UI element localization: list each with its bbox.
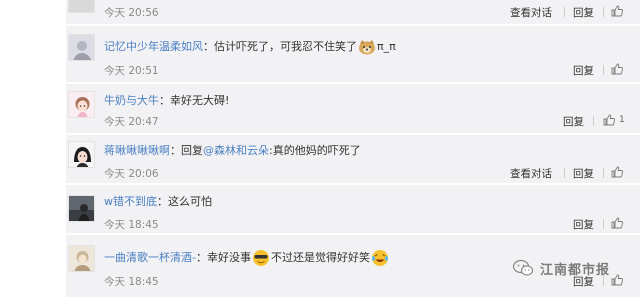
comment-line: 一曲清歌一杯清酒-：幸好没事 不过还是觉得好好笑 <box>104 249 390 267</box>
cool-emoji-icon <box>252 250 269 266</box>
reply-link[interactable]: 回复 <box>573 166 594 181</box>
wechat-icon <box>512 259 534 276</box>
comment-text: ：这么可怕 <box>157 195 212 208</box>
comment-time: 今天 20:51 <box>104 65 159 77</box>
divider <box>593 116 594 126</box>
watermark: 江南都市报 <box>512 258 610 278</box>
reply-link[interactable]: 回复 <box>573 5 594 20</box>
divider <box>603 7 604 17</box>
view-conversation-link[interactable]: 查看对话 <box>510 166 552 181</box>
comment-author[interactable]: 一曲清歌一杯清酒- <box>104 251 196 264</box>
comment-time: 今天 18:45 <box>104 219 159 231</box>
thumbs-up-icon[interactable] <box>611 63 623 75</box>
avatar[interactable] <box>68 34 95 61</box>
divider <box>603 219 604 229</box>
comment-author[interactable]: 记忆中少年温柔如风 <box>104 40 203 53</box>
comment-text: ：估计吓死了，可我忍不住笑了 <box>203 40 357 53</box>
divider <box>564 7 565 17</box>
comment-line: 记忆中少年温柔如风：估计吓死了，可我忍不住笑了 π_π <box>104 38 396 55</box>
comment-text-continued: 不过还是觉得好好笑 <box>270 251 370 264</box>
comment-time: 今天 20:47 <box>104 116 159 128</box>
divider <box>603 168 604 178</box>
reply-link[interactable]: 回复 <box>573 217 594 232</box>
comment-time: 今天 18:45 <box>104 276 159 288</box>
divider <box>603 65 604 75</box>
avatar[interactable] <box>68 0 95 13</box>
comment-time: 今天 20:06 <box>104 168 159 180</box>
comment-author[interactable]: 牛奶与大牛 <box>104 94 159 107</box>
thumbs-up-icon[interactable] <box>611 166 623 178</box>
avatar[interactable] <box>68 195 95 222</box>
comment-text: ：幸好没事 <box>195 251 251 264</box>
thumbs-up-icon[interactable] <box>611 5 623 17</box>
comment-line: w错不到底：这么可怕 <box>104 193 212 209</box>
comment-line: 牛奶与大牛：幸好无大碍! <box>104 92 229 108</box>
like-count: 1 <box>619 115 625 125</box>
thumbs-up-icon[interactable] <box>603 114 615 126</box>
avatar[interactable] <box>68 91 95 118</box>
comment-time: 今天 20:56 <box>104 7 159 19</box>
comment-text: :真的他妈的吓死了 <box>269 144 361 157</box>
divider <box>564 168 565 178</box>
reply-link[interactable]: 回复 <box>573 63 594 78</box>
comment-author[interactable]: 蒋啾啾啾啾啊 <box>104 144 170 157</box>
emoticon-text: π_π <box>377 40 396 53</box>
laughing-tears-emoji-icon <box>371 250 388 266</box>
reply-link[interactable]: 回复 <box>563 114 584 129</box>
comment-prefix: ：回复 <box>170 144 203 157</box>
view-conversation-link[interactable]: 查看对话 <box>510 5 552 20</box>
comment-text: ：幸好无大碍! <box>159 94 230 107</box>
doge-emoji-icon <box>359 40 375 55</box>
thumbs-up-icon[interactable] <box>611 274 623 286</box>
thumbs-up-icon[interactable] <box>611 217 623 229</box>
avatar[interactable] <box>68 245 95 272</box>
avatar[interactable] <box>68 141 95 168</box>
comment-author[interactable]: w错不到底 <box>104 195 157 208</box>
watermark-text: 江南都市报 <box>540 262 611 278</box>
mention-link[interactable]: @森林和云朵 <box>203 144 269 157</box>
comment-line: 蒋啾啾啾啾啊：回复@森林和云朵:真的他妈的吓死了 <box>104 142 361 158</box>
